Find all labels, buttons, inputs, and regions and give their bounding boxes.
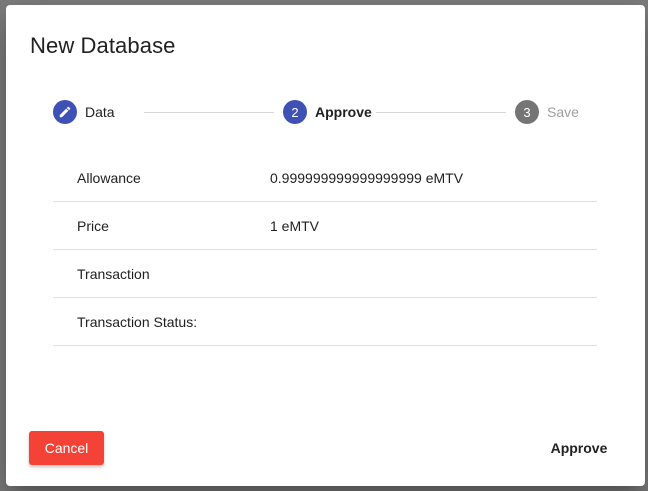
detail-row-transaction: Transaction xyxy=(53,250,597,298)
detail-key: Transaction Status: xyxy=(77,314,198,330)
step-save-marker: 3 xyxy=(515,100,539,124)
stepper: Data 2 Approve 3 Save xyxy=(6,100,645,128)
details-list: Allowance 0.999999999999999999 eMTV Pric… xyxy=(53,154,597,346)
detail-row-price: Price 1 eMTV xyxy=(53,202,597,250)
step-connector xyxy=(376,112,506,113)
detail-key: Allowance xyxy=(77,170,141,186)
pencil-icon xyxy=(58,105,72,119)
detail-row-transaction-status: Transaction Status: xyxy=(53,298,597,346)
step-approve-label: Approve xyxy=(315,104,372,120)
new-database-dialog: New Database Data 2 Approve 3 Save Allow… xyxy=(6,5,645,486)
step-approve-marker: 2 xyxy=(283,100,307,124)
step-connector xyxy=(144,112,274,113)
cancel-button[interactable]: Cancel xyxy=(29,431,104,465)
step-data-label: Data xyxy=(85,104,115,120)
detail-row-allowance: Allowance 0.999999999999999999 eMTV xyxy=(53,154,597,202)
step-approve[interactable]: 2 Approve xyxy=(283,100,372,124)
detail-key: Transaction xyxy=(77,266,150,282)
dialog-title: New Database xyxy=(30,33,176,58)
detail-value: 1 eMTV xyxy=(270,218,320,234)
detail-key: Price xyxy=(77,218,109,234)
step-data[interactable]: Data xyxy=(53,100,115,124)
detail-value: 0.999999999999999999 eMTV xyxy=(270,170,464,186)
step-save-label: Save xyxy=(547,104,579,120)
approve-button[interactable]: Approve xyxy=(541,431,617,465)
step-data-marker xyxy=(53,100,77,124)
step-save[interactable]: 3 Save xyxy=(515,100,579,124)
